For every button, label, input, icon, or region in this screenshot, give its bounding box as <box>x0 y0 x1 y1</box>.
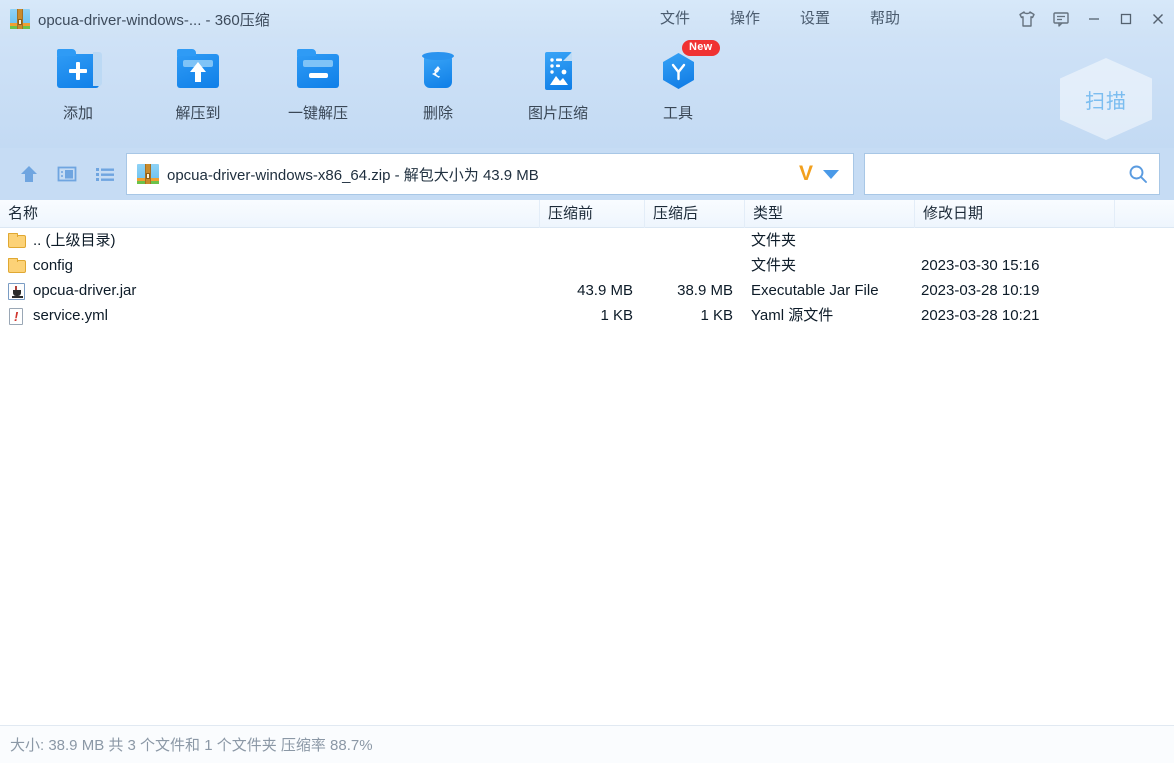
tools-new-badge: New <box>682 40 720 56</box>
list-view-icon[interactable] <box>88 157 122 191</box>
toolbar-label-image-compress: 图片压缩 <box>527 105 588 122</box>
search-box[interactable] <box>864 153 1160 195</box>
maximize-button[interactable] <box>1110 0 1142 38</box>
feedback-bubble-icon[interactable] <box>1044 0 1078 38</box>
file-name-cell: service.yml <box>0 303 540 328</box>
yml-file-icon <box>8 307 26 325</box>
file-list-header: 名称 压缩前 压缩后 类型 修改日期 <box>0 200 1174 228</box>
trash-delete-icon <box>415 48 461 94</box>
size-after-cell <box>645 253 745 278</box>
menu-settings[interactable]: 设置 <box>780 0 850 38</box>
file-list: .. (上级目录) 文件夹 config 文件夹 2023-03-30 15:1… <box>0 228 1174 725</box>
menu-operation[interactable]: 操作 <box>710 0 780 38</box>
toolbar-button-delete[interactable]: 删除 <box>378 38 498 148</box>
folder-icon <box>8 232 26 249</box>
date-cell <box>915 228 1115 253</box>
toolbar-button-image-compress[interactable]: 图片压缩 <box>498 38 618 148</box>
address-input-box[interactable]: opcua-driver-windows-x86_64.zip - 解包大小为 … <box>126 153 854 195</box>
scan-button[interactable]: 扫描 <box>1060 58 1152 140</box>
vip-v-icon[interactable]: V <box>795 162 823 186</box>
main-toolbar: 添加 解压到 一键解压 删除 图片压缩 New 工具 扫描 <box>0 38 1174 148</box>
toolbar-label-one-click-extract: 一键解压 <box>287 105 348 122</box>
toolbar-label-tools: 工具 <box>662 105 693 122</box>
type-cell: 文件夹 <box>751 257 797 274</box>
column-size-before[interactable]: 压缩前 <box>540 200 645 228</box>
size-after-cell: 1 KB <box>700 307 733 324</box>
menu-help[interactable]: 帮助 <box>850 0 920 38</box>
file-name-cell: opcua-driver.jar <box>0 278 540 303</box>
zip-archive-icon <box>137 164 159 184</box>
address-text: opcua-driver-windows-x86_64.zip - 解包大小为 … <box>167 166 539 184</box>
type-cell: 文件夹 <box>751 232 797 249</box>
toolbar-button-tools[interactable]: New 工具 <box>618 38 738 148</box>
menu-file[interactable]: 文件 <box>640 0 710 38</box>
file-name-text: opcua-driver.jar <box>33 282 137 299</box>
chevron-down-icon[interactable] <box>823 169 839 179</box>
type-cell: Executable Jar File <box>751 282 879 299</box>
search-icon[interactable] <box>1127 163 1149 185</box>
date-cell: 2023-03-28 10:19 <box>921 282 1040 299</box>
toolbar-button-extract-to[interactable]: 解压到 <box>138 38 258 148</box>
size-before-cell: 43.9 MB <box>577 282 633 299</box>
window-controls <box>1010 0 1174 38</box>
scan-label: 扫描 <box>1085 90 1127 113</box>
zip-archive-icon <box>10 9 30 29</box>
status-bar: 大小: 38.9 MB 共 3 个文件和 1 个文件夹 压缩率 88.7% <box>0 725 1174 763</box>
file-name-text: service.yml <box>33 307 109 324</box>
search-input[interactable] <box>875 164 1127 184</box>
file-name-text: .. (上级目录) <box>33 232 116 249</box>
file-name-cell: config <box>0 253 540 278</box>
title-bar: opcua-driver-windows-... - 360压缩 文件 操作 设… <box>0 0 1174 38</box>
toolbar-label-add: 添加 <box>62 105 93 122</box>
column-name[interactable]: 名称 <box>0 200 540 228</box>
file-name-text: config <box>33 257 74 274</box>
table-row[interactable]: .. (上级目录) 文件夹 <box>0 228 1174 253</box>
type-cell: Yaml 源文件 <box>751 307 834 324</box>
date-cell: 2023-03-28 10:21 <box>921 307 1040 324</box>
size-before-cell <box>540 228 645 253</box>
toolbar-button-add[interactable]: 添加 <box>18 38 138 148</box>
toolbar-label-delete: 删除 <box>422 105 453 122</box>
menu-bar: 文件 操作 设置 帮助 <box>640 0 920 38</box>
minimize-button[interactable] <box>1078 0 1110 38</box>
address-bar: opcua-driver-windows-x86_64.zip - 解包大小为 … <box>0 148 1174 200</box>
tshirt-skin-icon[interactable] <box>1010 0 1044 38</box>
navigate-up-icon[interactable] <box>12 157 46 191</box>
status-text: 大小: 38.9 MB 共 3 个文件和 1 个文件夹 压缩率 88.7% <box>10 737 373 754</box>
app-window: opcua-driver-windows-... - 360压缩 文件 操作 设… <box>0 0 1174 763</box>
table-row[interactable]: config 文件夹 2023-03-30 15:16 <box>0 253 1174 278</box>
file-list-panel: 名称 压缩前 压缩后 类型 修改日期 .. (上级目录) 文件夹 config … <box>0 200 1174 725</box>
size-before-cell <box>540 253 645 278</box>
date-cell: 2023-03-30 15:16 <box>921 257 1040 274</box>
toolbar-button-one-click-extract[interactable]: 一键解压 <box>258 38 378 148</box>
close-button[interactable] <box>1142 0 1174 38</box>
folder-add-icon <box>55 48 102 94</box>
table-row[interactable]: service.yml 1 KB 1 KB Yaml 源文件 2023-03-2… <box>0 303 1174 328</box>
folder-icon <box>8 257 26 274</box>
image-compress-icon <box>535 48 581 94</box>
column-type[interactable]: 类型 <box>745 200 915 228</box>
folder-one-click-extract-icon <box>295 48 341 94</box>
folder-extract-to-icon <box>175 48 221 94</box>
preview-pane-icon[interactable] <box>50 157 84 191</box>
jar-file-icon <box>8 282 26 300</box>
column-modified[interactable]: 修改日期 <box>915 200 1115 228</box>
column-size-after[interactable]: 压缩后 <box>645 200 745 228</box>
size-before-cell: 1 KB <box>600 307 633 324</box>
window-title: opcua-driver-windows-... - 360压缩 <box>38 11 270 29</box>
size-after-cell <box>645 228 745 253</box>
toolbar-label-extract-to: 解压到 <box>175 105 221 122</box>
table-row[interactable]: opcua-driver.jar 43.9 MB 38.9 MB Executa… <box>0 278 1174 303</box>
file-name-cell: .. (上级目录) <box>0 228 540 253</box>
size-after-cell: 38.9 MB <box>677 282 733 299</box>
